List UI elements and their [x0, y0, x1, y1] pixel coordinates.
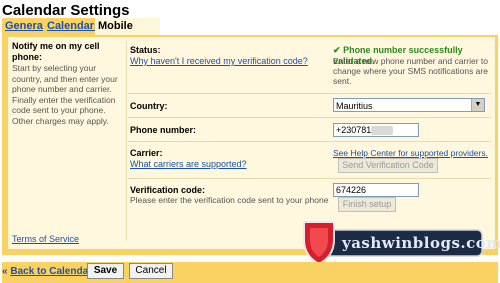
back-arrow-icon: «: [2, 266, 8, 277]
help-center-link[interactable]: See Help Center for supported providers.: [333, 148, 488, 158]
tab-calendars[interactable]: Calendars: [43, 18, 100, 35]
tab-mobile-setup[interactable]: Mobile Setup: [95, 18, 160, 49]
phone-number-value: +230781: [336, 125, 372, 135]
finish-setup-button[interactable]: Finish setup: [338, 197, 396, 212]
sidebar-heading: Notify me on my cell phone:: [12, 41, 100, 62]
divider: [128, 93, 491, 94]
cancel-button[interactable]: Cancel: [129, 263, 173, 279]
country-label: Country:: [130, 101, 168, 111]
footer-bar: « Back to Calendar Save Cancel: [2, 262, 498, 283]
divider: [128, 141, 491, 142]
status-description: Enter a new phone number and carrier to …: [333, 56, 488, 86]
back-to-calendar-link[interactable]: Back to Calendar: [10, 266, 92, 277]
save-button[interactable]: Save: [87, 263, 124, 279]
supported-carriers-link[interactable]: What carriers are supported?: [130, 159, 247, 169]
checkmark-icon: ✔: [333, 45, 341, 55]
back-to-calendar[interactable]: « Back to Calendar: [2, 266, 92, 277]
verification-code-input[interactable]: 674226: [333, 183, 419, 197]
verification-code-hint: Please enter the verification code sent …: [130, 195, 329, 205]
terms-of-service-link[interactable]: Terms of Service: [12, 234, 79, 244]
page-title: Calendar Settings: [2, 2, 130, 19]
verification-code-value: 674226: [336, 185, 367, 195]
sidebar-description: Start by selecting your country, and the…: [12, 63, 118, 126]
column-divider: [126, 41, 127, 241]
watermark: yashwinblogs.com: [300, 218, 500, 266]
country-value: Mauritius: [336, 101, 373, 111]
country-select[interactable]: Mauritius ▼: [333, 98, 485, 112]
dropdown-arrow-icon[interactable]: ▼: [471, 99, 484, 111]
tab-general[interactable]: General: [2, 18, 46, 35]
divider: [128, 178, 491, 179]
status-label: Status:: [130, 45, 161, 55]
verification-code-label: Verification code:: [130, 185, 206, 195]
divider: [128, 117, 491, 118]
verification-code-help-link[interactable]: Why haven't I received my verification c…: [130, 56, 308, 66]
watermark-text: yashwinblogs.com: [342, 234, 500, 252]
tab-general-label[interactable]: General: [5, 20, 46, 32]
phone-number-label: Phone number:: [130, 125, 197, 135]
tab-calendars-label[interactable]: Calendars: [47, 20, 100, 32]
phone-number-input[interactable]: +230781: [333, 123, 419, 137]
redacted-digits: [371, 126, 394, 136]
send-verification-code-button[interactable]: Send Verification Code: [338, 158, 438, 173]
sidebar-description-block: Notify me on my cell phone: Start by sel…: [12, 41, 122, 126]
carrier-label: Carrier:: [130, 148, 163, 158]
